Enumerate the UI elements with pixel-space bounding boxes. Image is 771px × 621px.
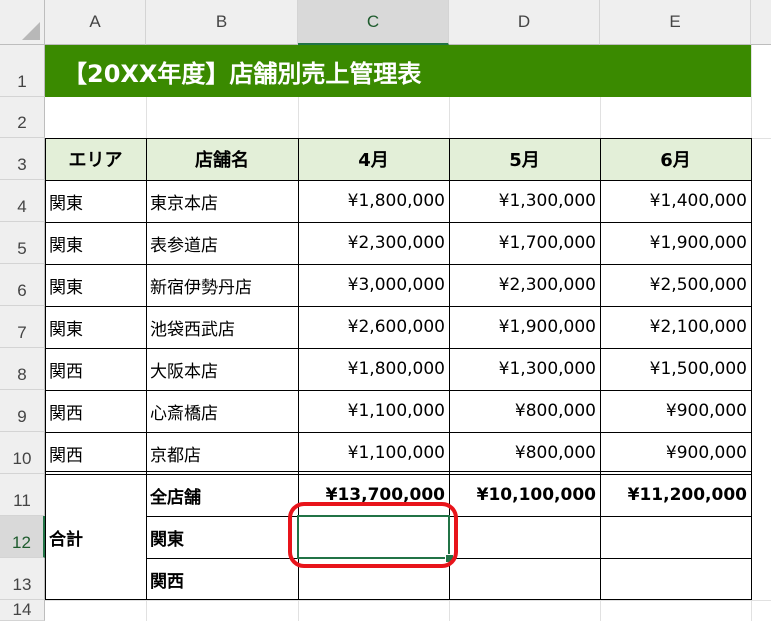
border-line xyxy=(45,599,752,600)
border-line xyxy=(45,348,752,349)
cell-may[interactable]: ¥1,300,000 xyxy=(449,348,600,390)
border-line xyxy=(45,390,752,391)
header-june[interactable]: 6月 xyxy=(600,138,751,180)
row-header-13[interactable]: 13 xyxy=(0,558,45,600)
row-header-5[interactable]: 5 xyxy=(0,222,45,264)
column-header-e[interactable]: E xyxy=(600,0,751,45)
cell-store[interactable]: 池袋西武店 xyxy=(146,306,298,348)
column-header-a[interactable]: A xyxy=(45,0,146,45)
header-may[interactable]: 5月 xyxy=(449,138,600,180)
cell-june[interactable]: ¥900,000 xyxy=(600,390,751,432)
border-line xyxy=(45,138,46,600)
row-header-9[interactable]: 9 xyxy=(0,390,45,432)
border-line xyxy=(45,138,752,139)
border-line xyxy=(45,222,752,223)
cell-june[interactable]: ¥2,100,000 xyxy=(600,306,751,348)
cell-kansai-may[interactable] xyxy=(449,558,600,600)
cell-april[interactable]: ¥1,800,000 xyxy=(298,180,449,222)
spreadsheet-grid: A B C D E 1 2 3 4 5 6 7 8 9 10 11 12 13 … xyxy=(0,0,771,621)
cell-area[interactable]: 関西 xyxy=(45,348,146,390)
cell-june[interactable]: ¥2,500,000 xyxy=(600,264,751,306)
row-header-12[interactable]: 12 xyxy=(0,516,45,558)
cell-april[interactable]: ¥1,100,000 xyxy=(298,390,449,432)
border-line xyxy=(45,474,752,475)
row-header-8[interactable]: 8 xyxy=(0,348,45,390)
border-line xyxy=(45,432,752,433)
cell-may[interactable]: ¥1,300,000 xyxy=(449,180,600,222)
cell-area[interactable]: 関東 xyxy=(45,264,146,306)
cell-store[interactable]: 心斎橋店 xyxy=(146,390,298,432)
cell-area[interactable]: 関東 xyxy=(45,222,146,264)
cell-store[interactable]: 表参道店 xyxy=(146,222,298,264)
column-header-c[interactable]: C xyxy=(298,0,449,45)
row-header-6[interactable]: 6 xyxy=(0,264,45,306)
cell-kansai-june[interactable] xyxy=(600,558,751,600)
cell-area[interactable]: 関西 xyxy=(45,432,146,474)
cell-area[interactable]: 関東 xyxy=(45,180,146,222)
row-header-7[interactable]: 7 xyxy=(0,306,45,348)
cell-total-label[interactable]: 合計 xyxy=(45,474,146,600)
red-highlight-callout xyxy=(288,502,458,568)
row-header-14[interactable]: 14 xyxy=(0,600,45,621)
row-header-2[interactable]: 2 xyxy=(0,97,45,138)
border-line xyxy=(600,138,601,600)
border-line xyxy=(45,306,752,307)
cell-june[interactable]: ¥1,900,000 xyxy=(600,222,751,264)
cell-june[interactable]: ¥1,500,000 xyxy=(600,348,751,390)
cell-april[interactable]: ¥2,600,000 xyxy=(298,306,449,348)
column-header-f-partial[interactable] xyxy=(751,0,771,45)
cell-april[interactable]: ¥1,100,000 xyxy=(298,432,449,474)
cell-may[interactable]: ¥800,000 xyxy=(449,390,600,432)
cell-all-may[interactable]: ¥10,100,000 xyxy=(449,474,600,516)
border-line xyxy=(45,264,752,265)
cell-area[interactable]: 関東 xyxy=(45,306,146,348)
row-header-1[interactable]: 1 xyxy=(0,45,45,97)
column-header-d[interactable]: D xyxy=(449,0,600,45)
select-all-triangle-icon xyxy=(22,22,40,40)
cell-may[interactable]: ¥800,000 xyxy=(449,432,600,474)
cell-all-stores-label[interactable]: 全店舗 xyxy=(146,474,298,516)
sheet-title[interactable]: 【20XX年度】店舗別売上管理表 xyxy=(45,45,751,97)
cell-may[interactable]: ¥1,900,000 xyxy=(449,306,600,348)
cell-kanto-may[interactable] xyxy=(449,516,600,558)
cell-april[interactable]: ¥3,000,000 xyxy=(298,264,449,306)
cell-store[interactable]: 新宿伊勢丹店 xyxy=(146,264,298,306)
row-header-3[interactable]: 3 xyxy=(0,138,45,180)
cell-kansai-label[interactable]: 関西 xyxy=(146,558,298,600)
cell-june[interactable]: ¥900,000 xyxy=(600,432,751,474)
cell-kanto-june[interactable] xyxy=(600,516,751,558)
header-april[interactable]: 4月 xyxy=(298,138,449,180)
cell-may[interactable]: ¥1,700,000 xyxy=(449,222,600,264)
cell-kanto-label[interactable]: 関東 xyxy=(146,516,298,558)
header-area[interactable]: エリア xyxy=(45,138,146,180)
cell-april[interactable]: ¥1,800,000 xyxy=(298,348,449,390)
cell-area[interactable]: 関西 xyxy=(45,390,146,432)
cell-store[interactable]: 東京本店 xyxy=(146,180,298,222)
border-line xyxy=(751,138,752,600)
border-line xyxy=(45,180,752,181)
border-line xyxy=(45,471,752,472)
cell-june[interactable]: ¥1,400,000 xyxy=(600,180,751,222)
column-header-b[interactable]: B xyxy=(146,0,298,45)
select-all-corner[interactable] xyxy=(0,0,45,45)
border-line xyxy=(146,138,147,600)
row-header-4[interactable]: 4 xyxy=(0,180,45,222)
cell-april[interactable]: ¥2,300,000 xyxy=(298,222,449,264)
cell-store[interactable]: 大阪本店 xyxy=(146,348,298,390)
cell-all-june[interactable]: ¥11,200,000 xyxy=(600,474,751,516)
cell-may[interactable]: ¥2,300,000 xyxy=(449,264,600,306)
cell-store[interactable]: 京都店 xyxy=(146,432,298,474)
row-header-11[interactable]: 11 xyxy=(0,474,45,516)
row-header-10[interactable]: 10 xyxy=(0,432,45,474)
header-store[interactable]: 店舗名 xyxy=(146,138,298,180)
